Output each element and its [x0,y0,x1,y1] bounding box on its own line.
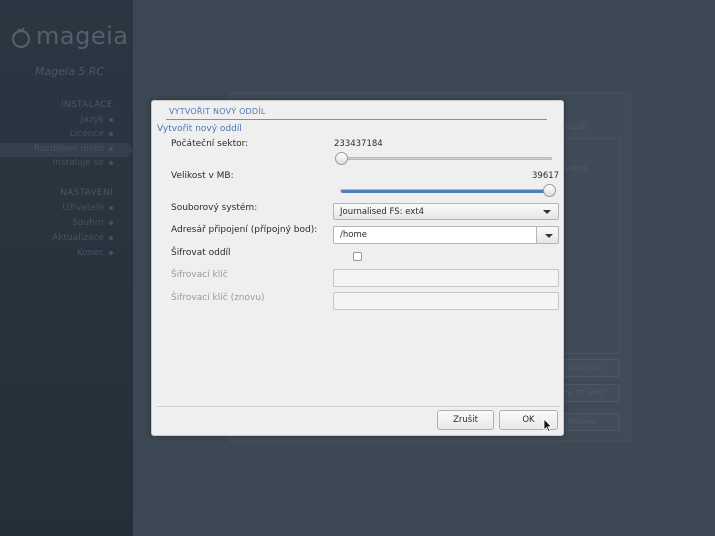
background-auto-allocate-button: rozmístit [562,359,620,377]
start-sector-label: Počáteční sektor: [171,139,249,149]
size-slider-handle[interactable] [543,184,556,197]
encrypt-checkbox[interactable] [353,252,362,261]
background-text: volné [565,164,587,173]
mount-point-dropdown-button[interactable] [536,226,559,244]
section-heading-install: INSTALACE [61,100,113,110]
step-updates: Aktualizace [52,233,113,243]
create-partition-dialog: VYTVOŘIT NOVÝ ODDÍL Vytvořit nový oddíl … [151,100,564,436]
section-heading-settings: NASTAVENÍ [60,188,113,198]
dialog-title-underline [166,119,547,120]
step-language: Jazyk [81,115,113,125]
step-license: Licence [70,129,113,139]
background-text: rozdíl [565,122,587,131]
background-done-button: Hotovo [562,413,620,431]
mageia-logo-icon [11,27,31,48]
chevron-down-icon [543,210,551,214]
encryption-key-again-label: Šifrovací klíč (znovu) [171,293,265,303]
installer-sidebar: mageia Mageia 5 RC INSTALACE Jazyk Licen… [0,0,134,536]
version-label: Mageia 5 RC [34,65,104,78]
logo-text: mageia [36,22,129,50]
background-expert-mode-button: y "znalec" [562,384,620,402]
encryption-key-field[interactable] [333,269,559,287]
step-users: Uživatelé [62,203,113,213]
start-sector-value: 233437184 [334,139,383,149]
mount-point-value: /home [340,230,367,240]
dialog-title: VYTVOŘIT NOVÝ ODDÍL [169,107,266,116]
step-installing: Instaluje se [53,158,113,168]
dialog-subtitle: Vytvořit nový oddíl [157,124,242,134]
cancel-button[interactable]: Zrušit [437,410,494,430]
encryption-key-again-field[interactable] [333,292,559,310]
step-summary: Souhrn [72,218,113,228]
step-partitioning: Rozdělení disků [34,144,113,154]
step-finish: Konec [77,248,113,258]
start-sector-slider-track[interactable] [340,157,552,160]
encryption-key-label: Šifrovací klíč [171,270,228,280]
dialog-button-separator [156,406,560,407]
mouse-pointer-icon [543,418,553,432]
mount-point-combo-entry[interactable]: /home [333,226,559,244]
filesystem-select[interactable]: Journalised FS: ext4 [333,203,559,220]
size-slider-fill [341,190,545,193]
filesystem-select-value: Journalised FS: ext4 [340,207,425,217]
chevron-down-icon [545,234,553,238]
size-label: Velikost v MB: [171,171,234,181]
mageia-logo: mageia [10,22,128,50]
start-sector-slider-handle[interactable] [335,152,348,165]
encrypt-label: Šifrovat oddíl [171,248,231,258]
filesystem-label: Souborový systém: [171,203,258,213]
size-value: 39617 [532,171,560,181]
mount-point-label: Adresář připojení (přípojný bod): [171,225,318,235]
